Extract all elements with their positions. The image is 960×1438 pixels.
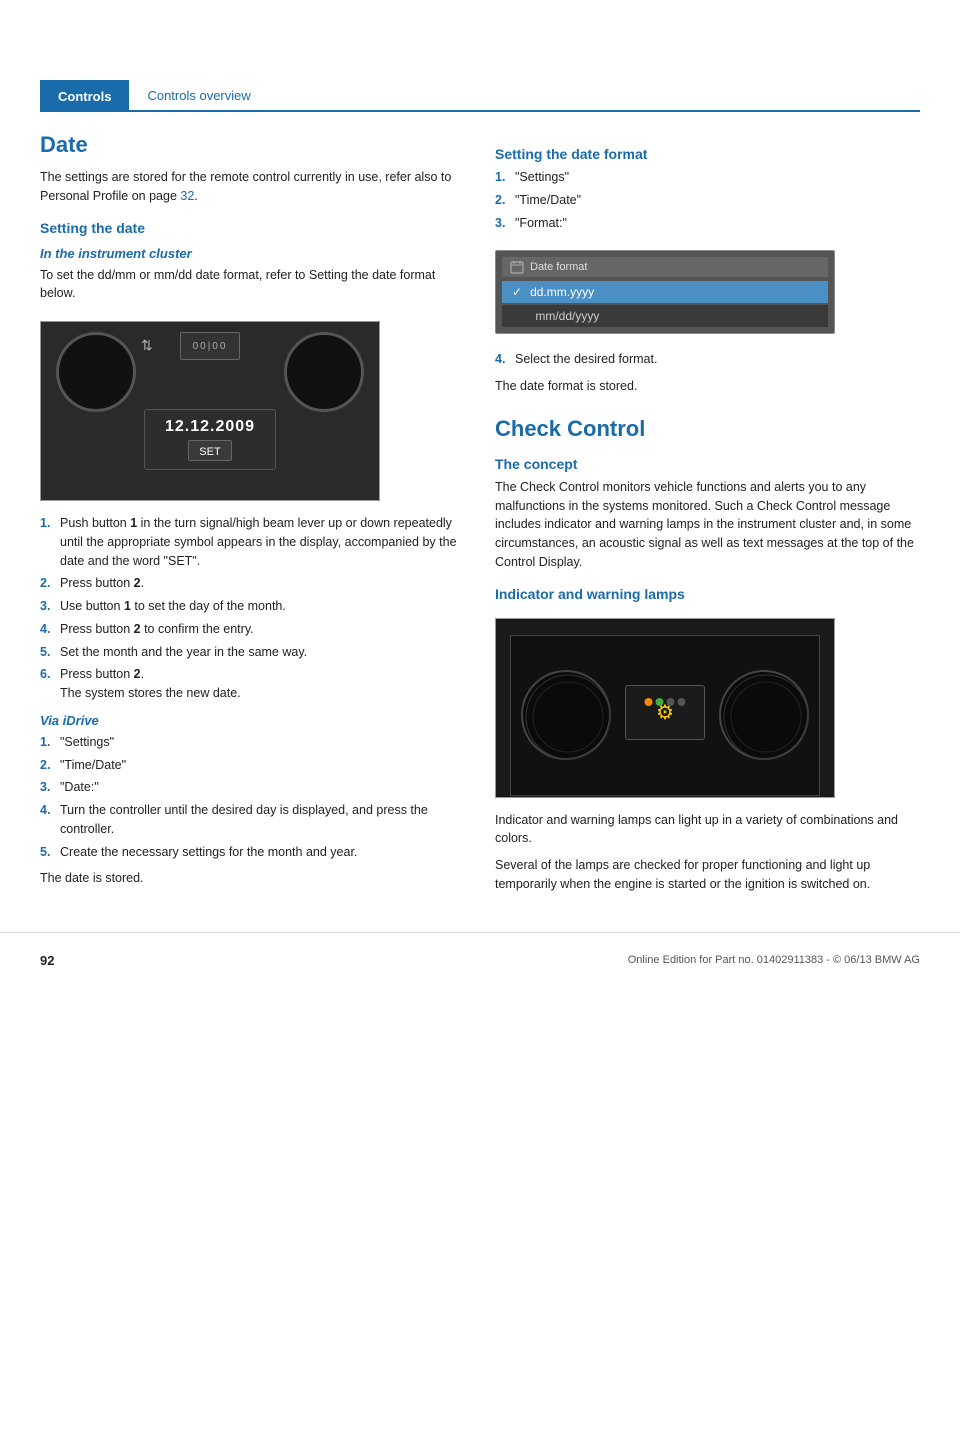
- center-numbers: 00|00: [193, 341, 228, 352]
- footer: 92 Online Edition for Part no. 014029113…: [0, 932, 960, 988]
- left-column: Date The settings are stored for the rem…: [40, 132, 465, 902]
- idrive-step-5: 5. Create the necessary settings for the…: [40, 843, 465, 862]
- main-content: Date The settings are stored for the rem…: [40, 132, 920, 902]
- format-step-2: 2. "Time/Date": [495, 191, 920, 210]
- idrive-step-2: 2. "Time/Date": [40, 756, 465, 775]
- warning-lamps-image: ⚙: [495, 618, 835, 798]
- date-display-box: 12.12.2009 SET: [144, 409, 276, 470]
- idrive-step-4: 4. Turn the controller until the desired…: [40, 801, 465, 839]
- date-title: Date: [40, 132, 465, 158]
- header-section-label: Controls overview: [129, 80, 920, 112]
- step-6: 6. Press button 2.The system stores the …: [40, 665, 465, 703]
- section-text: Controls overview: [147, 88, 250, 103]
- date-stored-text: The date is stored.: [40, 869, 465, 888]
- header-controls-label: Controls: [40, 80, 129, 112]
- dot-grey1: [666, 698, 674, 706]
- center-display: 00|00: [180, 332, 240, 360]
- right-column: Setting the date format 1. "Settings" 2.…: [495, 132, 920, 902]
- setting-date-title: Setting the date: [40, 220, 465, 236]
- instrument-cluster-image: 00|00 ⇅ 12.12.2009 SET: [40, 321, 380, 501]
- format-step-1: 1. "Settings": [495, 168, 920, 187]
- warning-image-wrapper: ⚙: [495, 608, 920, 808]
- concept-title: The concept: [495, 456, 920, 472]
- page-number: 92: [40, 953, 54, 968]
- step-4: 4. Press button 2 to confirm the entry.: [40, 620, 465, 639]
- dot-orange: [644, 698, 652, 706]
- step-1: 1. Push button 1 in the turn signal/high…: [40, 514, 465, 570]
- step4-list: 4. Select the desired format.: [495, 350, 920, 369]
- intro-paragraph: The settings are stored for the remote c…: [40, 168, 465, 206]
- date-format-header-text: Date format: [530, 261, 587, 273]
- intro-link[interactable]: 32: [180, 189, 194, 203]
- format-dd-mm-yyyy: dd.mm.yyyy: [530, 285, 594, 299]
- idrive-steps-list: 1. "Settings" 2. "Time/Date" 3. "Date:" …: [40, 733, 465, 862]
- speedo-svg-left: [523, 672, 613, 762]
- indicator-text1: Indicator and warning lamps can light up…: [495, 811, 920, 849]
- instrument-cluster-title: In the instrument cluster: [40, 246, 465, 261]
- format-option-mm-dd: mm/dd/yyyy: [502, 305, 828, 327]
- checkmark-icon: ✓: [512, 285, 522, 299]
- step-3: 3. Use button 1 to set the day of the mo…: [40, 597, 465, 616]
- speedo-svg-right: [721, 672, 811, 762]
- speedo-left: [56, 332, 136, 412]
- set-text: SET: [199, 446, 220, 458]
- warn-center-display: ⚙: [625, 685, 705, 740]
- idrive-step-3: 3. "Date:": [40, 778, 465, 797]
- date-format-image-wrapper: Date format ✓ dd.mm.yyyy mm/dd/yyyy: [495, 240, 920, 344]
- setting-format-title: Setting the date format: [495, 146, 920, 162]
- format-option-selected: ✓ dd.mm.yyyy: [502, 281, 828, 303]
- intro-end: .: [194, 189, 197, 203]
- instrument-image-wrapper: 00|00 ⇅ 12.12.2009 SET: [40, 311, 465, 511]
- warn-dots: [644, 698, 685, 706]
- step4-item: 4. Select the desired format.: [495, 350, 920, 369]
- format-stored-text: The date format is stored.: [495, 377, 920, 396]
- concept-text: The Check Control monitors vehicle funct…: [495, 478, 920, 572]
- warn-speedo-left: [521, 670, 611, 760]
- controls-text: Controls: [58, 89, 111, 104]
- instrument-cluster-text: To set the dd/mm or mm/dd date format, r…: [40, 266, 465, 304]
- step-2: 2. Press button 2.: [40, 574, 465, 593]
- date-format-box: Date format ✓ dd.mm.yyyy mm/dd/yyyy: [495, 250, 835, 334]
- dot-green: [655, 698, 663, 706]
- instrument-date: 12.12.2009: [165, 418, 255, 436]
- nav-arrows: ⇅: [141, 337, 153, 354]
- header-bar: Controls Controls overview: [40, 80, 920, 112]
- set-button-display: SET: [188, 440, 231, 461]
- footer-text: Online Edition for Part no. 01402911383 …: [628, 954, 920, 966]
- date-format-header: Date format: [502, 257, 828, 277]
- format-steps-list: 1. "Settings" 2. "Time/Date" 3. "Format:…: [495, 168, 920, 232]
- dot-grey2: [677, 698, 685, 706]
- speedo-right: [284, 332, 364, 412]
- format-mm-dd-yyyy: mm/dd/yyyy: [535, 309, 599, 323]
- instrument-steps-list: 1. Push button 1 in the turn signal/high…: [40, 514, 465, 703]
- check-control-title: Check Control: [495, 416, 920, 442]
- intro-text: The settings are stored for the remote c…: [40, 170, 451, 203]
- step-5: 5. Set the month and the year in the sam…: [40, 643, 465, 662]
- calendar-icon: [510, 260, 524, 274]
- via-idrive-title: Via iDrive: [40, 713, 465, 728]
- format-step-3: 3. "Format:": [495, 214, 920, 233]
- indicator-text2: Several of the lamps are checked for pro…: [495, 856, 920, 894]
- indicator-title: Indicator and warning lamps: [495, 586, 920, 602]
- warning-inner: ⚙: [510, 635, 821, 795]
- warn-speedo-right: [719, 670, 809, 760]
- idrive-step-1: 1. "Settings": [40, 733, 465, 752]
